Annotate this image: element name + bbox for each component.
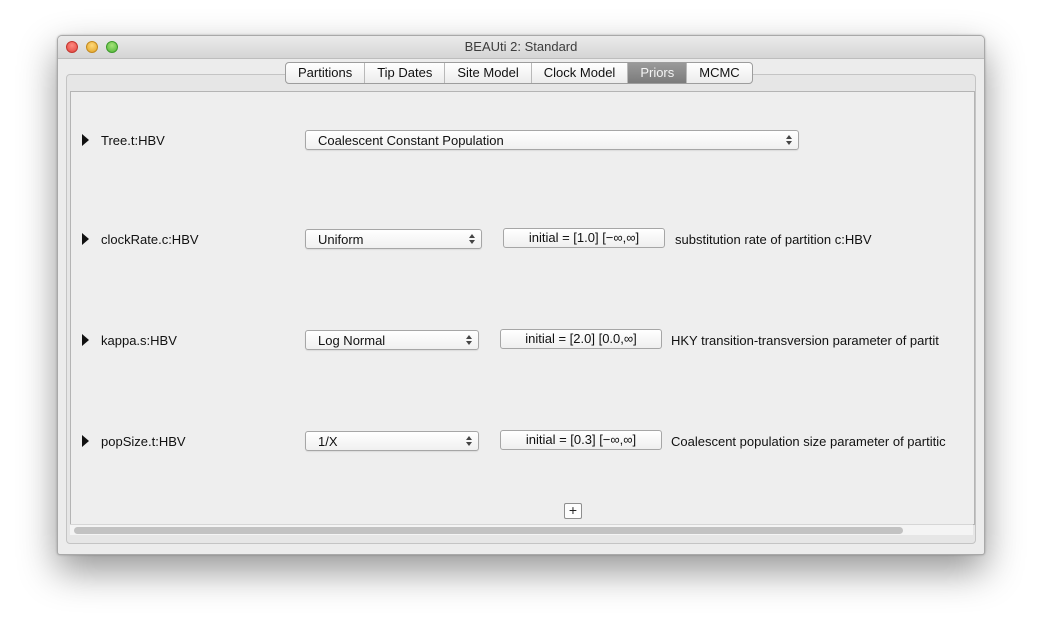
distribution-dropdown[interactable]: Coalescent Constant Population [305,130,799,150]
distribution-dropdown[interactable]: Uniform [305,229,482,249]
title-bar: BEAUti 2: Standard [58,36,984,59]
app-window: BEAUti 2: Standard Partitions Tip Dates … [57,35,985,555]
dropdown-value: 1/X [318,434,338,449]
dropdown-value: Coalescent Constant Population [318,133,504,148]
tab-site-model[interactable]: Site Model [445,63,532,83]
prior-row-clockrate: clockRate.c:HBV Uniform initial = [1.0] … [71,228,974,251]
scrollbar-thumb[interactable] [74,527,903,534]
disclosure-triangle-icon[interactable] [82,233,89,245]
disclosure-triangle-icon[interactable] [82,134,89,146]
prior-name: kappa.s:HBV [101,333,177,348]
window-title: BEAUti 2: Standard [464,39,578,54]
prior-name: Tree.t:HBV [101,133,165,148]
prior-description: substitution rate of partition c:HBV [675,232,872,247]
add-prior-button[interactable]: + [564,503,582,519]
horizontal-scrollbar[interactable] [70,524,973,535]
priors-list: Tree.t:HBV Coalescent Constant Populatio… [70,91,975,525]
tab-mcmc[interactable]: MCMC [687,63,751,83]
prior-description: HKY transition-transversion parameter of… [671,333,939,348]
initial-value-button[interactable]: initial = [0.3] [−∞,∞] [500,430,662,450]
tab-clock-model[interactable]: Clock Model [532,63,629,83]
updown-arrows-icon [469,233,476,245]
initial-value-button[interactable]: initial = [1.0] [−∞,∞] [503,228,665,248]
dropdown-value: Uniform [318,232,364,247]
prior-row-popsize: popSize.t:HBV 1/X initial = [0.3] [−∞,∞]… [71,430,974,453]
updown-arrows-icon [466,334,473,346]
tab-priors[interactable]: Priors [628,63,688,83]
prior-row-tree: Tree.t:HBV Coalescent Constant Populatio… [71,130,974,152]
updown-arrows-icon [786,134,793,146]
updown-arrows-icon [466,435,473,447]
tab-bar: Partitions Tip Dates Site Model Clock Mo… [285,62,753,84]
prior-description: Coalescent population size parameter of … [671,434,946,449]
prior-row-kappa: kappa.s:HBV Log Normal initial = [2.0] [… [71,329,974,352]
prior-name: clockRate.c:HBV [101,232,199,247]
tab-tip-dates[interactable]: Tip Dates [365,63,446,83]
disclosure-triangle-icon[interactable] [82,435,89,447]
initial-value-button[interactable]: initial = [2.0] [0.0,∞] [500,329,662,349]
dropdown-value: Log Normal [318,333,386,348]
distribution-dropdown[interactable]: Log Normal [305,330,479,350]
priors-panel: Tree.t:HBV Coalescent Constant Populatio… [66,74,976,544]
disclosure-triangle-icon[interactable] [82,334,89,346]
tab-partitions[interactable]: Partitions [286,63,366,83]
prior-name: popSize.t:HBV [101,434,186,449]
distribution-dropdown[interactable]: 1/X [305,431,479,451]
